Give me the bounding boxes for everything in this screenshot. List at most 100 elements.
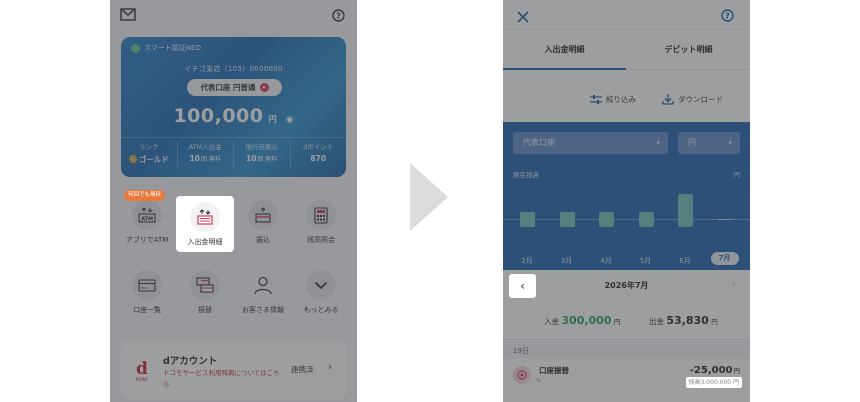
chart-bar — [599, 212, 614, 227]
transaction-date: 19日 — [513, 347, 529, 355]
month-tick-label[interactable]: 7月 — [710, 252, 739, 265]
menu-account-list[interactable]: 口座一覧 — [118, 264, 176, 320]
mail-icon[interactable] — [120, 6, 136, 25]
expense-summary: 出金 53,830 円 — [649, 314, 718, 327]
balance-chart-panel: 代表口座 ▾ 円 ▾ 現在残高 円 2月 3月 4月 5月 6月 7月 — [503, 122, 750, 270]
stat-value: 870 — [310, 154, 327, 163]
statement-icon — [190, 202, 220, 232]
menu-customer-info[interactable]: お客さま情報 — [234, 264, 292, 320]
currency-select-value: 円 — [688, 138, 696, 147]
transaction-balance: 残高3,000,000 円 — [685, 377, 742, 388]
svg-text:d: d — [136, 359, 148, 379]
svg-text:ATM: ATM — [141, 217, 153, 223]
menu-statement-highlight[interactable]: 入出金明細 — [176, 196, 234, 252]
d-account-title: dアカウント — [163, 356, 218, 367]
month-title: 2026年7月 — [604, 281, 649, 290]
expense-value: 53,830 — [666, 314, 709, 327]
month-tick-label[interactable]: 5月 — [632, 256, 660, 266]
d-account-link[interactable]: ドコモサービス利用特典についてはこちら — [163, 368, 283, 390]
account-type-label: 代表口座 円普通 — [200, 83, 256, 92]
stage: ? スマート認証NEO イチゴ支店（105）0000000 代表口座 円普通 ▾… — [0, 0, 860, 402]
card-divider — [121, 137, 346, 138]
menu-label: 振替 — [198, 306, 212, 314]
card-brand: スマート認証NEO — [131, 43, 201, 53]
tab-statement[interactable]: 入出金明細 — [503, 30, 626, 70]
right-phone-screen: ? 入出金明細 デビット明細 絞り込み ダウンロード 代表口座 ▾ 円 ▾ 現在… — [503, 0, 750, 402]
menu-label: もっとみる — [303, 306, 339, 314]
rank-icon — [128, 155, 137, 163]
stat-label: 他行宛振込 — [245, 143, 279, 151]
toolbar: 絞り込み ダウンロード — [503, 86, 750, 114]
chart-unit: 円 — [733, 171, 741, 179]
filter-button[interactable]: 絞り込み — [590, 94, 636, 105]
menu-app-atm[interactable]: ATM アプリでATM — [118, 194, 176, 250]
menu-balance[interactable]: 残高照会 — [292, 194, 350, 250]
logo-caption: POINT — [135, 377, 149, 382]
income-value: 300,000 — [561, 314, 612, 327]
calculator-icon — [306, 200, 336, 230]
stat-value: ゴールド — [138, 155, 169, 164]
d-account-panel[interactable]: d POINT dアカウント ドコモサービス利用特典についてはこちら 連携済 › — [121, 341, 346, 399]
month-tick-label[interactable]: 4月 — [592, 256, 620, 266]
month-tick-label[interactable]: 3月 — [553, 256, 581, 266]
chevron-left-icon: ‹ — [520, 279, 525, 293]
chart-bar — [638, 212, 654, 227]
stat-rank: ランク ゴールド — [121, 141, 178, 169]
account-card[interactable]: スマート認証NEO イチゴ支店（105）0000000 代表口座 円普通 ▾ 1… — [121, 37, 346, 177]
stat-unit: 回 無料 — [257, 156, 278, 163]
pencil-icon[interactable]: ✎ — [536, 377, 542, 385]
previous-month-button[interactable]: ‹ — [509, 274, 536, 298]
menu-transfer[interactable]: 振込 — [234, 194, 292, 250]
help-icon[interactable]: ? — [332, 7, 345, 26]
expense-label: 出金 — [649, 317, 664, 326]
eye-icon[interactable]: ◉ — [286, 115, 294, 125]
card-stats: ランク ゴールド ATM入出金 10回 無料 他行宛振込 10回 無料 dポイン… — [121, 141, 346, 169]
account-select-value: 代表口座 — [523, 138, 555, 147]
account-selector[interactable]: 代表口座 円普通 ▾ — [187, 79, 282, 96]
person-icon — [248, 270, 278, 300]
month-tick-label[interactable]: 6月 — [671, 256, 699, 266]
month-summary: 入金 300,000 円 出金 53,830 円 — [503, 302, 750, 340]
chart-bar — [520, 212, 535, 227]
balance-amount: 100,000 — [173, 105, 264, 127]
chevron-right-icon[interactable]: › — [732, 278, 736, 291]
transaction-amount-unit: 円 — [733, 367, 741, 375]
expense-unit: 円 — [711, 318, 718, 326]
menu-label: お客さま情報 — [242, 306, 284, 314]
month-navigator: 2026年7月 › — [503, 270, 750, 302]
chevron-down-icon: ▾ — [728, 139, 732, 147]
header: ? — [503, 0, 750, 30]
download-button[interactable]: ダウンロード — [662, 94, 723, 105]
shield-icon — [131, 43, 140, 53]
menu-more[interactable]: もっとみる — [292, 264, 350, 320]
chevron-down-icon: ▾ — [259, 83, 269, 92]
atm-icon: ATM — [132, 200, 162, 230]
branch-label: イチゴ支店（105）0000000 — [184, 65, 283, 73]
month-tick-label[interactable]: 2月 — [513, 256, 541, 266]
stat-dpoint: dポイント 870 — [291, 141, 347, 169]
chart-bar — [678, 194, 693, 227]
menu-label: アプリでATM — [125, 236, 169, 244]
transaction-amount: -25,000円 — [690, 365, 740, 376]
stat-label: dポイント — [303, 143, 334, 151]
transfer-icon — [248, 200, 278, 230]
chart-bar — [717, 219, 733, 220]
tab-debit[interactable]: デビット明細 — [627, 30, 750, 70]
stat-unit: 回 無料 — [201, 156, 221, 163]
income-unit: 円 — [613, 318, 621, 326]
account-select[interactable]: 代表口座 ▾ — [513, 132, 668, 154]
stat-value: 10 — [189, 154, 200, 163]
chevron-right-icon[interactable]: › — [328, 362, 332, 373]
stat-label: ATM入出金 — [188, 143, 222, 151]
menu-exchange[interactable]: 振替 — [176, 264, 234, 320]
currency-select[interactable]: 円 ▾ — [678, 132, 740, 154]
exchange-icon — [190, 270, 220, 300]
menu-label: 入出金明細 — [187, 238, 223, 246]
chevron-down-icon — [306, 270, 336, 300]
income-label: 入金 — [544, 317, 559, 326]
flow-arrow-icon — [410, 163, 448, 231]
balance-display: 100,000 円 ◉ — [121, 105, 346, 127]
help-icon[interactable]: ? — [721, 7, 734, 26]
close-icon[interactable] — [517, 8, 529, 27]
stat-value: 10 — [246, 154, 257, 163]
